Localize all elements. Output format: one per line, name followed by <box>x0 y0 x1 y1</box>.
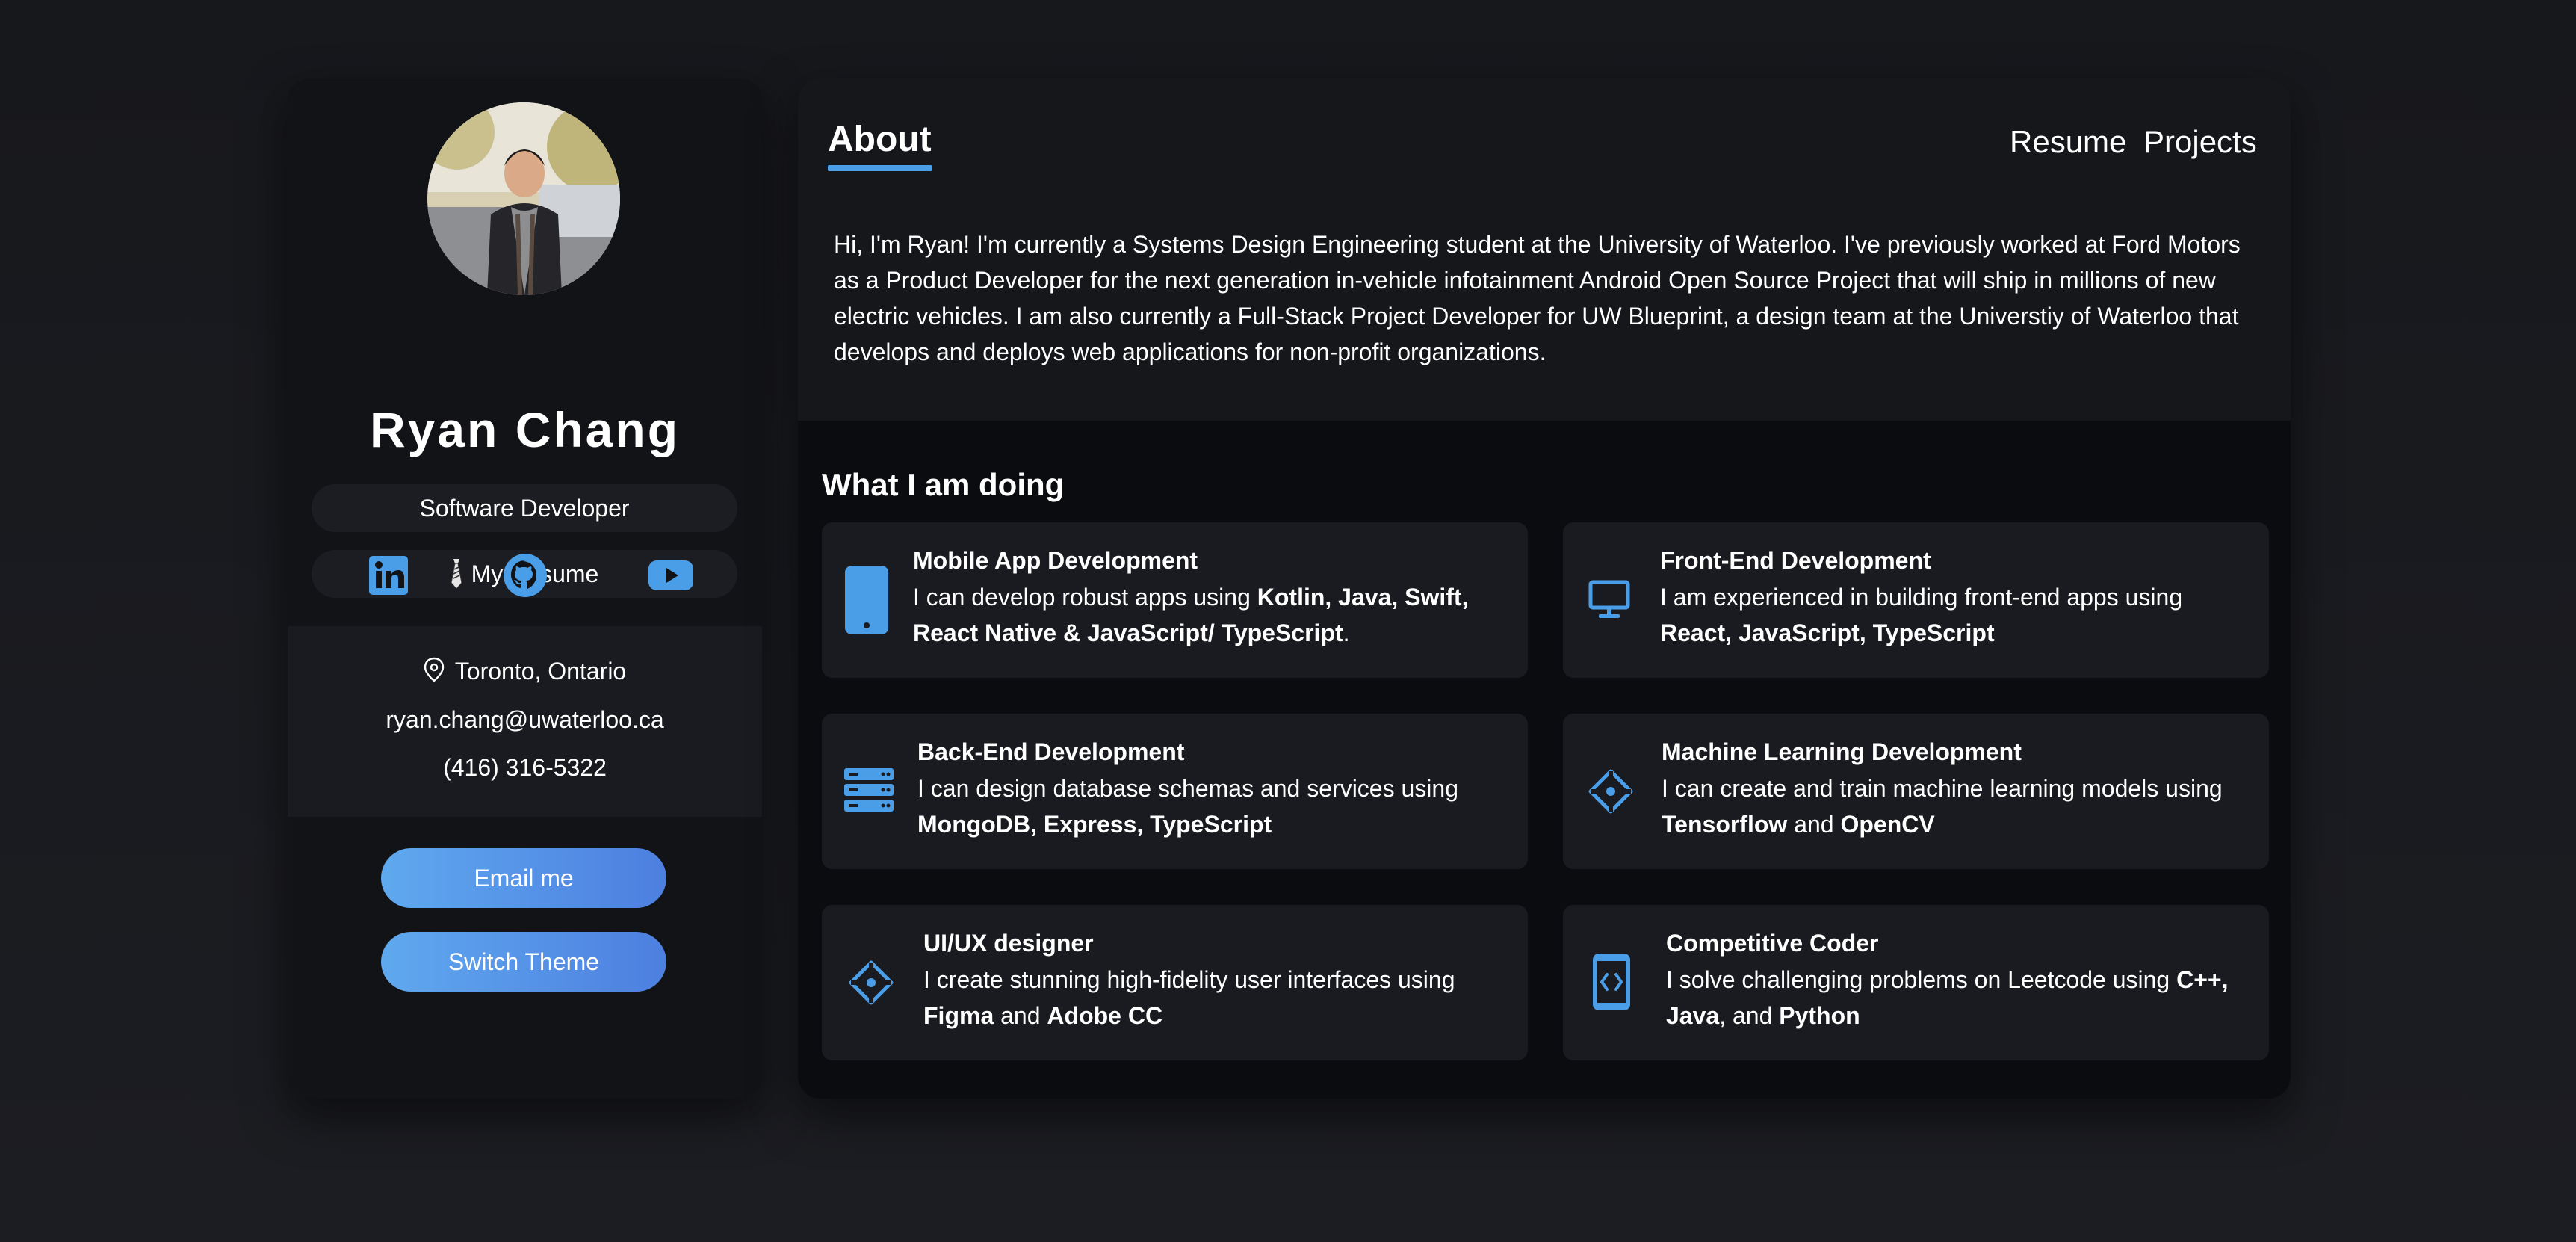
diamond-icon <box>847 959 895 1007</box>
contact-info: Toronto, Ontario ryan.chang@uwaterloo.ca… <box>288 626 762 817</box>
phone-icon <box>844 564 889 636</box>
profile-sidebar: Ryan Chang Software Developer My Resume <box>288 78 762 1099</box>
tab-about[interactable]: About <box>828 117 932 162</box>
highlighted-tech: Adobe CC <box>1047 1002 1163 1029</box>
service-title: Front-End Development <box>1660 547 1931 574</box>
service-title: Back-End Development <box>917 738 1185 765</box>
service-title: UI/UX designer <box>923 930 1094 957</box>
location-pin-icon <box>424 657 445 689</box>
service-description: I solve challenging problems on Leetcode… <box>1666 962 2256 1034</box>
service-title: Mobile App Development <box>913 547 1198 574</box>
nav-projects[interactable]: Projects <box>2143 122 2257 162</box>
job-title: Software Developer <box>419 494 630 522</box>
highlighted-tech: Tensorflow <box>1662 811 1788 838</box>
page: Ryan Chang Software Developer My Resume <box>0 0 2576 1242</box>
service-card: UI/UX designer I create stunning high-fi… <box>822 905 1528 1060</box>
description-text: I create stunning high-fidelity user int… <box>923 966 1455 993</box>
service-title: Competitive Coder <box>1666 930 1879 957</box>
highlighted-tech: React, JavaScript, TypeScript <box>1660 620 1995 646</box>
description-text: , and <box>1719 1002 1780 1029</box>
job-title-badge: Software Developer <box>312 484 737 532</box>
nav-resume[interactable]: Resume <box>2010 122 2126 162</box>
linkedin-icon[interactable] <box>362 549 415 602</box>
about-paragraph: Hi, I'm Ryan! I'm currently a Systems De… <box>834 231 2241 365</box>
section-title: What I am doing <box>822 467 1065 502</box>
about-section: About Resume Projects Hi, I'm Ryan! I'm … <box>798 78 2291 421</box>
youtube-icon[interactable] <box>645 549 697 602</box>
description-text: and <box>1787 811 1841 838</box>
service-card: Competitive Coder I solve challenging pr… <box>1563 905 2269 1060</box>
location-text: Toronto, Ontario <box>454 658 627 685</box>
description-text: I solve challenging problems on Leetcode… <box>1666 966 2177 993</box>
email-me-button[interactable]: Email me <box>381 848 666 908</box>
service-card: Front-End Development I am experienced i… <box>1563 522 2269 678</box>
service-description: I can develop robust apps using Kotlin, … <box>913 579 1503 651</box>
active-tab-underline <box>828 165 932 171</box>
monitor-icon <box>1587 579 1632 621</box>
service-description: I create stunning high-fidelity user int… <box>923 962 1514 1034</box>
service-card: Mobile App Development I can develop rob… <box>822 522 1528 678</box>
diamond-icon <box>1587 767 1635 815</box>
highlighted-tech: Python <box>1779 1002 1860 1029</box>
highlighted-tech: MongoDB, Express, TypeScript <box>917 811 1272 838</box>
location: Toronto, Ontario <box>288 656 762 689</box>
main-card: About Resume Projects Hi, I'm Ryan! I'm … <box>798 78 2291 1099</box>
description-text: . <box>1343 620 1350 646</box>
description-text: I can design database schemas and servic… <box>917 775 1458 802</box>
server-icon <box>844 767 894 812</box>
phone-number: (416) 316-5322 <box>443 754 607 781</box>
highlighted-tech: Figma <box>923 1002 994 1029</box>
description-text: I am experienced in building front-end a… <box>1660 584 2183 611</box>
social-links <box>288 549 762 609</box>
email-link[interactable]: ryan.chang@uwaterloo.ca <box>288 705 762 735</box>
service-description: I am experienced in building front-end a… <box>1660 579 2250 651</box>
description-text: I can create and train machine learning … <box>1662 775 2223 802</box>
service-card: Back-End Development I can design databa… <box>822 714 1528 869</box>
description-text: I can develop robust apps using <box>913 584 1257 611</box>
code-phone-icon <box>1591 953 1632 1011</box>
avatar <box>427 102 620 295</box>
profile-name: Ryan Chang <box>369 402 681 457</box>
service-title: Machine Learning Development <box>1662 738 2022 765</box>
description-text: and <box>994 1002 1047 1029</box>
switch-theme-button[interactable]: Switch Theme <box>381 932 666 992</box>
highlighted-tech: OpenCV <box>1840 811 1935 838</box>
service-card: Machine Learning Development I can creat… <box>1563 714 2269 869</box>
service-description: I can create and train machine learning … <box>1662 770 2252 842</box>
service-description: I can design database schemas and servic… <box>917 770 1508 842</box>
github-icon[interactable] <box>499 549 551 602</box>
